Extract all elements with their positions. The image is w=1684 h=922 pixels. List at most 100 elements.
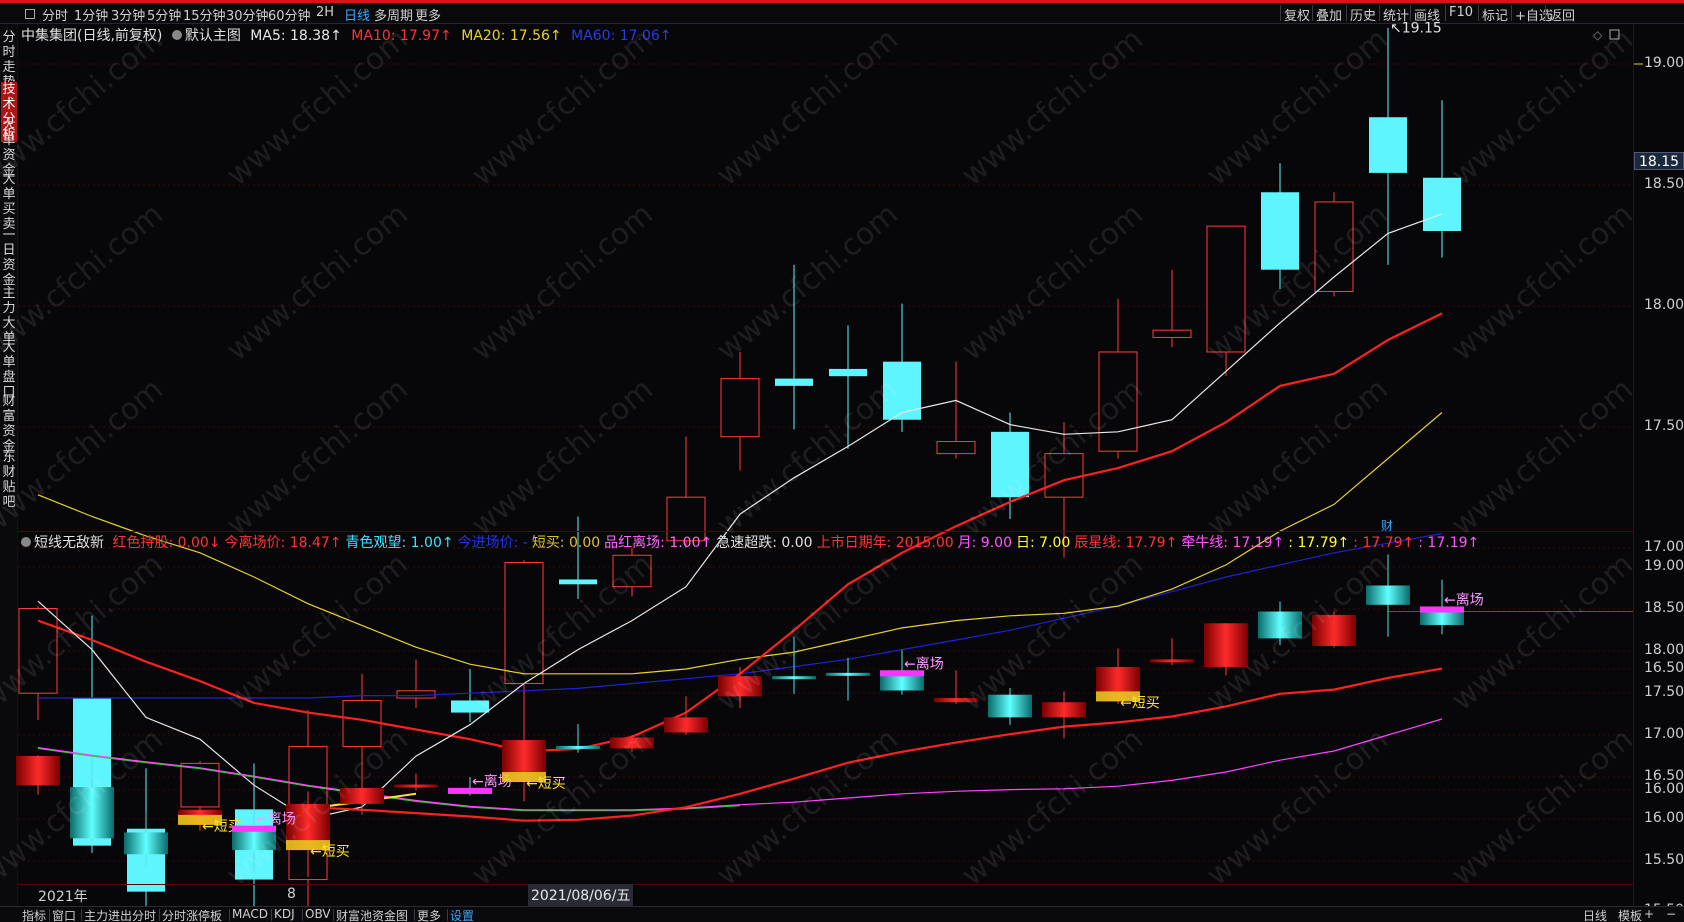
- bottom-tab-0[interactable]: 指标: [22, 907, 46, 922]
- bottom-separator: [302, 909, 303, 921]
- candle-body[interactable]: [1044, 453, 1084, 498]
- ind-candle-body[interactable]: [772, 676, 816, 680]
- candle-body[interactable]: [829, 368, 867, 377]
- buy-signal-label: ←短买: [526, 776, 566, 792]
- ind-candle-body[interactable]: [16, 756, 60, 786]
- candle-body[interactable]: [1423, 177, 1461, 231]
- diamond-icon[interactable]: ◇: [1593, 28, 1603, 42]
- bottom-tab-8[interactable]: 更多: [417, 907, 441, 922]
- bottom-separator: [159, 909, 160, 921]
- bottom-tab-9[interactable]: 设置: [450, 907, 474, 922]
- bottom-tab-6[interactable]: OBV: [305, 907, 331, 921]
- indicator-value-3: 今进场价: -: [457, 535, 528, 551]
- ind-candle-body[interactable]: [1150, 659, 1194, 663]
- indicator-value-7: 上市日期年: 2015.00: [816, 535, 954, 551]
- candle-body[interactable]: [1098, 351, 1138, 452]
- ind-candle-body[interactable]: [1366, 585, 1410, 605]
- ind-candle-body[interactable]: [1312, 614, 1356, 646]
- ind-candle-body[interactable]: [1258, 611, 1302, 639]
- bottom-right-1[interactable]: +: [1644, 907, 1654, 921]
- price-axis-label: 18.50: [1644, 176, 1684, 192]
- candle-body[interactable]: [612, 554, 652, 588]
- bottom-tab-2[interactable]: 主力进出分时: [84, 907, 156, 922]
- period-selector[interactable]: 日线: [1583, 907, 1607, 922]
- main-legend: 中集集团(日线,前复权) 默认主图 MA5: 18.38↑ MA10: 17.9…: [21, 25, 677, 45]
- bottom-separator: [229, 909, 230, 921]
- indicator-value-2: 青色观望: 1.00↑: [345, 535, 454, 551]
- bottom-tab-3[interactable]: 分时涨停板: [162, 907, 222, 922]
- candle-body[interactable]: [720, 378, 760, 438]
- indicator-value-6: 急速超跌: 0.00: [716, 535, 813, 551]
- candle-body[interactable]: [1314, 201, 1354, 292]
- ind-candle-body[interactable]: [70, 787, 114, 839]
- indicator-value-11: 牵牛线: 17.19↑: [1181, 535, 1285, 551]
- bottom-tab-7[interactable]: 财富池资金图: [336, 907, 408, 922]
- ind-candle-body[interactable]: [1042, 702, 1086, 718]
- candle-body[interactable]: [1261, 192, 1299, 270]
- indicator-value-8: 月: 9.00: [957, 535, 1012, 551]
- ind-candle-body[interactable]: [556, 745, 600, 749]
- bottom-separator: [271, 909, 272, 921]
- ind-candle-body[interactable]: [340, 787, 384, 804]
- stock-name[interactable]: 中集集团(日线,前复权): [21, 28, 162, 44]
- indicator-panel: ←短买 ←离场←短买←离场 ←短买←离场←短买←离场: [16, 554, 1633, 877]
- indicator-axis-label: 19.00: [1644, 558, 1684, 574]
- buy-signal-label: ←短买: [1120, 695, 1160, 711]
- indicator-axis-label: 17.50: [1644, 684, 1684, 700]
- candle-body[interactable]: [936, 441, 976, 455]
- buy-signal-label: ←短买: [310, 844, 350, 860]
- green-line[interactable]: [37, 747, 741, 812]
- qianniu-line[interactable]: [37, 718, 1443, 811]
- ind-candle-body[interactable]: [664, 717, 708, 733]
- ma20-label: MA20: 17.56↑: [461, 28, 562, 44]
- bottom-right-0[interactable]: 模板: [1618, 907, 1642, 922]
- ind-candle-body[interactable]: [610, 737, 654, 749]
- indicator-name[interactable]: 短线无敌新: [34, 535, 104, 551]
- indicator-icon[interactable]: [21, 537, 31, 547]
- maximize-icon[interactable]: [1609, 29, 1620, 40]
- ind-candle-body[interactable]: [718, 676, 762, 697]
- indicator-axis-label: 16.00: [1644, 810, 1684, 826]
- candle-body[interactable]: [504, 562, 544, 685]
- candle-body[interactable]: [775, 378, 813, 386]
- ind-candle-body[interactable]: [1204, 623, 1248, 667]
- indicator-value-0: 红色持股: 0.00↓: [112, 535, 221, 551]
- bottom-right-2[interactable]: −: [1666, 907, 1676, 921]
- high-annotation: ↖19.15: [1390, 21, 1442, 37]
- bottom-tab-4[interactable]: MACD: [232, 907, 268, 921]
- candle-body[interactable]: [451, 700, 489, 713]
- candle-body[interactable]: [1369, 117, 1407, 173]
- bottom-tab-5[interactable]: KDJ: [274, 907, 295, 921]
- ind-candle-body[interactable]: [826, 672, 870, 676]
- sell-signal-label: ←离场: [256, 811, 296, 828]
- candle-body[interactable]: [342, 699, 382, 747]
- indicator-legend: 短线无敌新 红色持股: 0.00↓ 今离场价: 18.47↑ 青色观望: 1.00↑…: [21, 532, 1487, 552]
- price-axis-label: 16.50: [1644, 660, 1684, 676]
- ind-candle-body[interactable]: [124, 832, 168, 855]
- indicator-axis-label: 18.50: [1644, 600, 1684, 616]
- date-cursor-label: 2021/08/06/五: [528, 884, 634, 906]
- chenxing-line[interactable]: [307, 667, 1443, 822]
- template-name[interactable]: 默认主图: [185, 28, 241, 44]
- sell-signal-label: ←离场: [1444, 591, 1484, 608]
- candle-body[interactable]: [1206, 225, 1246, 353]
- candle-body[interactable]: [1152, 329, 1192, 338]
- indicator-value-10: 辰星线: 17.79↑: [1074, 535, 1178, 551]
- ma10-label: MA10: 17.97↑: [351, 28, 452, 44]
- bottom-separator: [49, 909, 50, 921]
- indicator-value-5: 品红离场: 1.00↑: [604, 535, 713, 551]
- indicator-axis-label: 18.00: [1644, 642, 1684, 658]
- candle-body[interactable]: [991, 431, 1029, 498]
- ma60-label: MA60: 17.06↑: [571, 28, 672, 44]
- candle-body[interactable]: [883, 361, 921, 420]
- ind-candle-body[interactable]: [394, 784, 438, 788]
- date-label-month: 8: [287, 886, 296, 902]
- indicator-value-13: : 17.79↑: [1353, 535, 1415, 551]
- candle-body[interactable]: [559, 579, 597, 585]
- ind-candle-body[interactable]: [988, 694, 1032, 718]
- bottom-tab-1[interactable]: 窗口: [52, 907, 76, 922]
- template-icon[interactable]: [171, 30, 182, 40]
- ind-candle-body[interactable]: [934, 698, 978, 703]
- indicator-value-4: 短买: 0.00: [531, 535, 601, 551]
- chart-canvas[interactable]: ↖19.15←15.31财←短买←离场←短买←离场←短买←离场←短买←离场◇: [0, 0, 1684, 922]
